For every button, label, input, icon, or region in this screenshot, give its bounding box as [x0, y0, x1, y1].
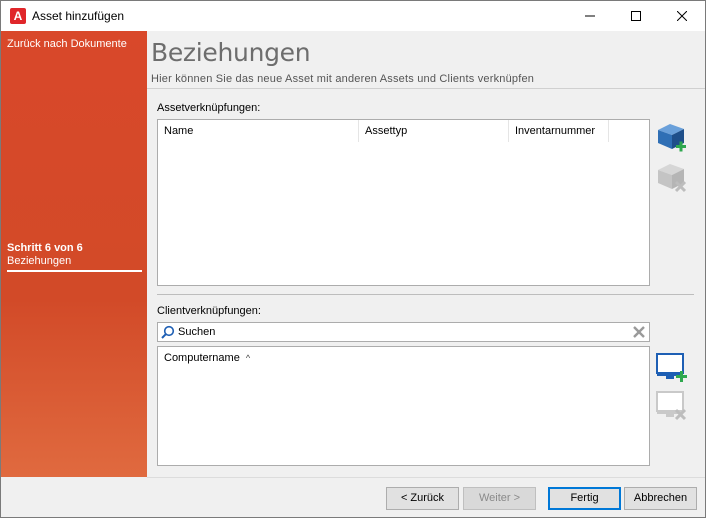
back-to-documents-link[interactable]: Zurück nach Dokumente — [7, 38, 137, 51]
column-header-name[interactable]: Name — [158, 120, 359, 142]
minimize-button[interactable] — [567, 1, 613, 31]
step-counter: Schritt 6 von 6 — [7, 242, 83, 254]
maximize-icon — [631, 11, 641, 21]
clear-search-icon[interactable] — [632, 325, 646, 339]
title-bar: A Asset hinzufügen — [1, 1, 705, 31]
back-button[interactable]: < Zurück — [386, 487, 459, 510]
search-text: Suchen — [178, 326, 216, 338]
column-header-asset-type[interactable]: Assettyp — [359, 120, 509, 142]
next-button[interactable]: Weiter > — [463, 487, 536, 510]
wizard-sidebar: Zurück nach Dokumente Schritt 6 von 6 Be… — [1, 31, 147, 477]
close-icon — [677, 11, 687, 21]
asset-links-label: Assetverknüpfungen: — [157, 102, 261, 114]
close-button[interactable] — [659, 1, 705, 31]
minimize-icon — [585, 15, 595, 17]
page-title: Beziehungen — [151, 38, 311, 67]
column-header-inventory-number[interactable]: Inventarnummer — [509, 120, 609, 142]
remove-client-icon — [656, 391, 687, 421]
maximize-button[interactable] — [613, 1, 659, 31]
client-search-input[interactable]: Suchen — [157, 322, 650, 342]
search-icon — [161, 325, 175, 339]
cancel-button[interactable]: Abbrechen — [624, 487, 697, 510]
asset-links-list[interactable]: Name Assettyp Inventarnummer — [157, 119, 650, 286]
window-title: Asset hinzufügen — [32, 9, 125, 23]
add-client-button[interactable] — [655, 351, 689, 385]
section-divider — [157, 294, 694, 295]
step-name: Beziehungen — [7, 255, 72, 267]
column-header-computer-name[interactable]: Computername ^ — [158, 347, 250, 369]
add-asset-button[interactable] — [655, 121, 689, 155]
remove-asset-icon — [658, 164, 687, 193]
computer-name-header-label: Computername — [164, 352, 240, 364]
remove-asset-button[interactable] — [655, 161, 689, 195]
finish-button[interactable]: Fertig — [548, 487, 621, 510]
page-subtitle: Hier können Sie das neue Asset mit ander… — [151, 73, 535, 85]
header-divider — [147, 88, 705, 89]
app-logo-icon: A — [10, 8, 26, 24]
client-links-label: Clientverknüpfungen: — [157, 305, 261, 317]
client-links-list[interactable]: Computername ^ — [157, 346, 650, 466]
remove-client-button[interactable] — [655, 389, 689, 423]
add-asset-dialog: A Asset hinzufügen Zurück nach Dokumente… — [0, 0, 706, 518]
step-indicator-line — [7, 270, 142, 272]
sort-ascending-icon: ^ — [245, 353, 251, 363]
add-asset-icon — [658, 124, 686, 152]
add-client-icon — [656, 353, 687, 382]
